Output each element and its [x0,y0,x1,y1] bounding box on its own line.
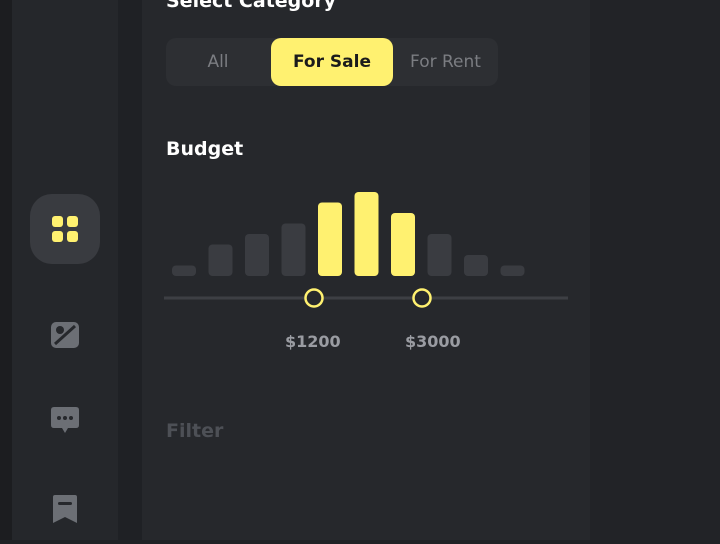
histogram-bar [500,265,525,276]
grid-icon [52,216,78,242]
range-max-handle[interactable] [412,288,432,308]
bookmark-icon [53,495,77,523]
background-area [590,0,720,540]
histogram-bar [208,244,233,276]
tab-for-sale[interactable]: For Sale [271,38,393,86]
chat-icon [51,407,79,433]
sidebar-item-messages[interactable] [30,386,100,456]
histogram-bar [427,234,452,276]
budget-heading: Budget [166,138,244,160]
tab-all[interactable]: All [166,38,270,86]
histogram-bar [318,202,342,276]
min-price-label: $1200 [285,332,341,351]
histogram-bar [281,223,306,276]
histogram-bar [464,255,488,276]
max-price-label: $3000 [405,332,461,351]
filter-heading: Filter [166,420,224,442]
sidebar-item-dashboard[interactable] [30,194,100,264]
histogram-bar [245,234,269,276]
histogram-bar [172,265,196,276]
tab-for-rent[interactable]: For Rent [393,38,498,86]
histogram-bar [354,192,379,276]
range-min-handle[interactable] [304,288,324,308]
map-icon [51,322,79,348]
sidebar-item-map[interactable] [30,300,100,370]
sidebar-rail [12,0,118,540]
budget-histogram [164,192,568,308]
histogram-bar [391,213,415,276]
sidebar [0,0,118,540]
category-segmented-control: All For Sale For Rent [166,38,498,86]
sidebar-item-saved[interactable] [30,474,100,544]
select-category-heading: Select Category [166,0,337,12]
